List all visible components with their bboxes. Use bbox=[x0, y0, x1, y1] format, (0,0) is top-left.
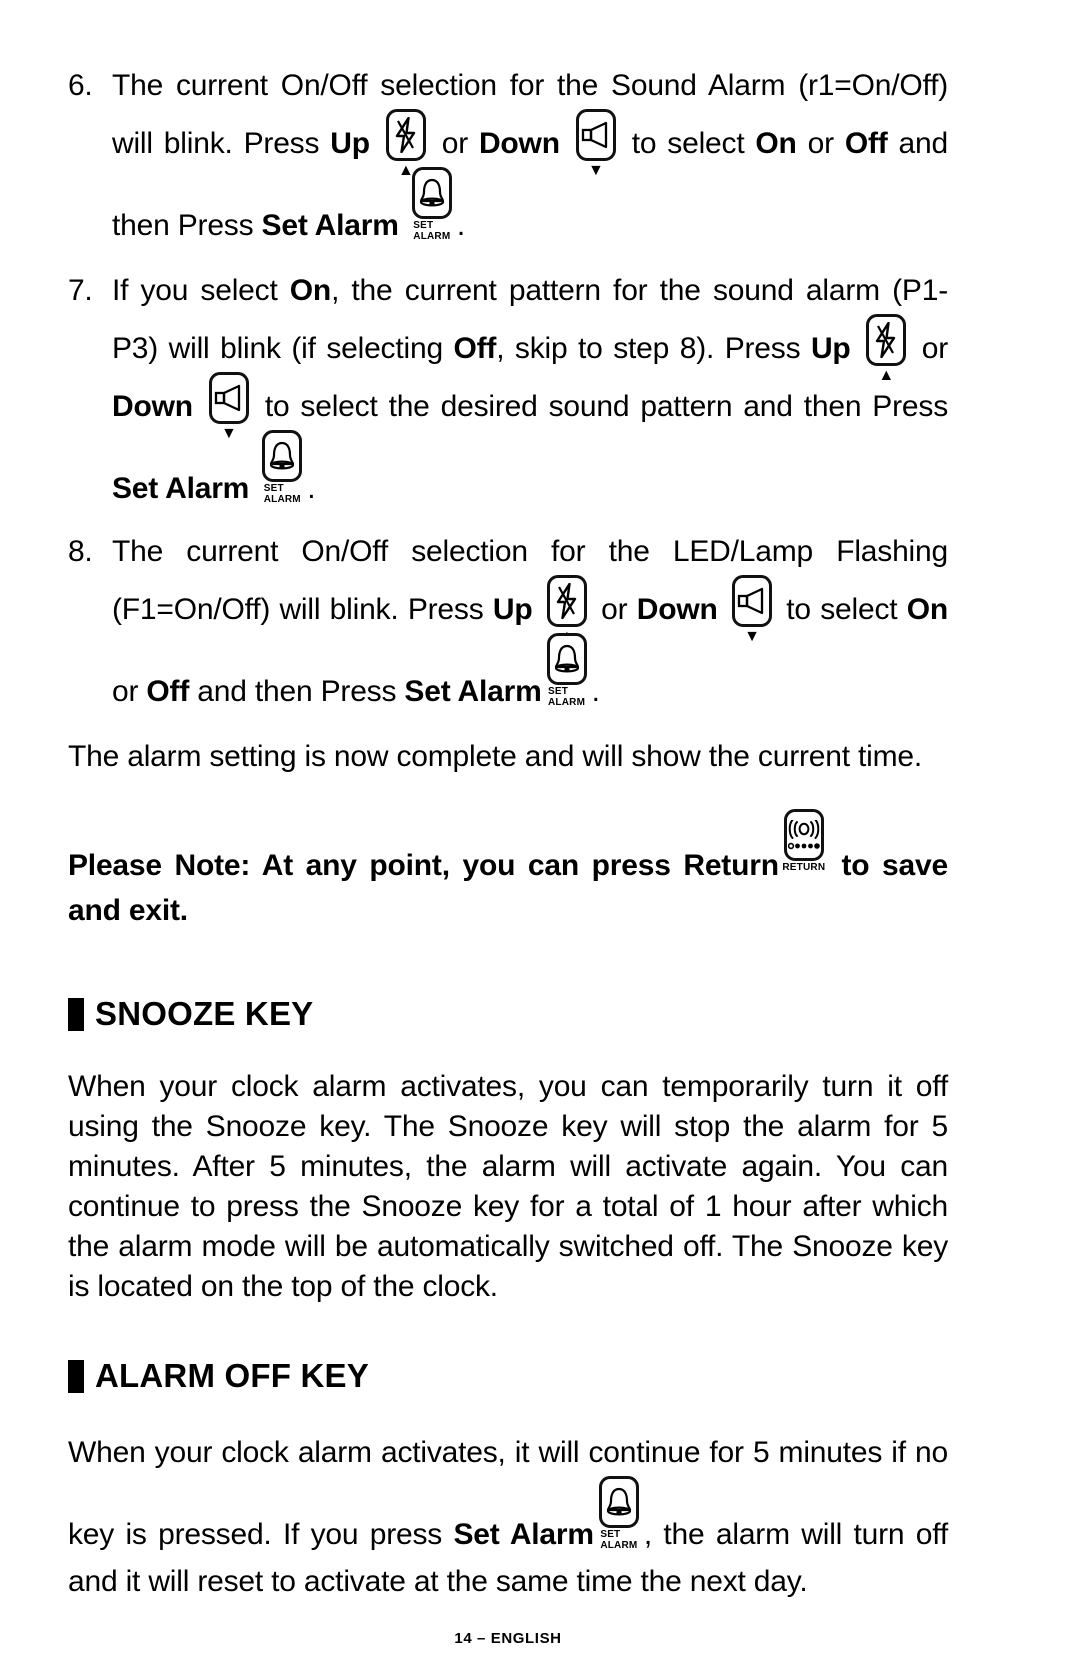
heading-bullet-icon bbox=[68, 1359, 84, 1393]
section-heading-snooze-key: SNOOZE KEY bbox=[68, 995, 948, 1033]
lightning-bolt-icon bbox=[547, 575, 587, 627]
step-7-text-part5: to select the desired sound pattern and … bbox=[253, 390, 948, 423]
bell-icon bbox=[412, 167, 452, 219]
step-8-number: 8. bbox=[68, 535, 93, 568]
set-alarm-button-icon[interactable]: SET ALARM bbox=[596, 1476, 642, 1558]
section-heading-alarm-off-key: ALARM OFF KEY bbox=[68, 1357, 948, 1395]
set-alarm-caption: SET ALARM bbox=[413, 220, 450, 242]
step-7-text-part6: . bbox=[307, 472, 316, 505]
step-7-number: 7. bbox=[68, 274, 93, 307]
step-8-off-label: Off bbox=[146, 675, 190, 708]
set-alarm-caption: SET ALARM bbox=[600, 1529, 637, 1551]
down-arrow-marker: ▼ bbox=[587, 162, 604, 179]
set-alarm-caption-line1: SET bbox=[413, 220, 434, 231]
step-8: 8. The current On/Off selection for the … bbox=[68, 528, 948, 715]
set-alarm-caption-line2: ALARM bbox=[413, 231, 451, 242]
step-7-text-part4: or bbox=[911, 332, 948, 365]
step-7-text-part1: If you select bbox=[112, 274, 290, 307]
step-8-on-label: On bbox=[906, 593, 949, 626]
bell-icon bbox=[599, 1476, 639, 1528]
speaker-icon bbox=[209, 372, 249, 424]
step-8-down-label: Down bbox=[636, 593, 718, 626]
step-6-up-label: Up bbox=[330, 127, 370, 160]
down-button-icon[interactable]: ▼ bbox=[729, 575, 775, 645]
up-button-icon[interactable]: ▲ bbox=[383, 109, 429, 179]
completion-paragraph: The alarm setting is now complete and wi… bbox=[68, 740, 923, 773]
step-7-on-label: On bbox=[289, 274, 332, 307]
set-alarm-caption-line2: ALARM bbox=[548, 697, 586, 708]
step-8-up-label: Up bbox=[492, 593, 533, 626]
set-alarm-caption-line1: SET bbox=[263, 483, 284, 494]
set-alarm-button-icon[interactable]: SET ALARM bbox=[259, 430, 305, 512]
step-6-off-label: Off bbox=[844, 127, 888, 160]
step-6-number: 6. bbox=[68, 69, 93, 102]
please-note-prefix: Please Note bbox=[68, 849, 241, 882]
radio-wave-icon bbox=[784, 809, 824, 861]
step-8-text-part3: to select bbox=[776, 593, 907, 626]
step-8-set-alarm-label: Set Alarm bbox=[404, 675, 542, 708]
step-8-text-part5: and then Press bbox=[189, 675, 405, 708]
step-6-text-part2: or bbox=[430, 127, 479, 160]
step-6-text-part6: . bbox=[456, 209, 465, 242]
snooze-key-body: When your clock alarm activates, you can… bbox=[68, 1070, 948, 1303]
step-6-set-alarm-label: Set Alarm bbox=[261, 209, 399, 242]
bell-icon bbox=[547, 633, 587, 685]
step-8-text: The current On/Off selection for the LED… bbox=[112, 528, 948, 715]
step-6-text-part3: to select bbox=[620, 127, 756, 160]
down-button-icon[interactable]: ▼ bbox=[206, 372, 252, 442]
up-button-icon[interactable]: ▲ bbox=[863, 314, 909, 384]
alarm-off-key-heading-text: ALARM OFF KEY bbox=[95, 1357, 369, 1394]
step-8-text-part2: or bbox=[591, 593, 637, 626]
page-footer: 14 – ENGLISH bbox=[454, 1630, 562, 1647]
down-arrow-marker: ▼ bbox=[744, 628, 760, 645]
speaker-icon bbox=[732, 575, 772, 627]
set-alarm-caption-line1: SET bbox=[548, 686, 569, 697]
set-alarm-caption: SET ALARM bbox=[264, 483, 301, 505]
snooze-key-heading-text: SNOOZE KEY bbox=[95, 995, 314, 1032]
up-button-icon[interactable]: ▲ bbox=[544, 575, 590, 645]
alarm-off-key-body: When your clock alarm activates, it will… bbox=[68, 1429, 948, 1605]
set-alarm-caption-line1: SET bbox=[600, 1529, 621, 1540]
up-arrow-marker: ▲ bbox=[878, 367, 894, 384]
set-alarm-button-icon[interactable]: SET ALARM bbox=[409, 167, 455, 249]
page-content: 6. The current On/Off selection for the … bbox=[68, 0, 948, 1669]
step-6-text: The current On/Off selection for the Sou… bbox=[112, 62, 948, 249]
step-7-up-label: Up bbox=[810, 332, 851, 365]
lightning-bolt-icon bbox=[386, 109, 426, 161]
down-button-icon[interactable]: ▼ bbox=[573, 109, 619, 179]
step-6: 6. The current On/Off selection for the … bbox=[68, 62, 948, 249]
step-6-down-label: Down bbox=[478, 127, 560, 160]
down-arrow-marker: ▼ bbox=[221, 425, 237, 442]
step-8-text-part4: or bbox=[112, 675, 147, 708]
step-7-text: If you select On, the current pattern fo… bbox=[112, 267, 948, 512]
set-alarm-caption-line2: ALARM bbox=[600, 1540, 638, 1551]
step-7: 7. If you select On, the current pattern… bbox=[68, 267, 948, 512]
heading-bullet-icon bbox=[68, 997, 84, 1031]
set-alarm-button-icon[interactable]: SET ALARM bbox=[544, 633, 590, 715]
step-7-text-part3: , skip to step 8). Press bbox=[496, 332, 811, 365]
step-7-down-label: Down bbox=[112, 390, 193, 423]
return-caption: RETURN bbox=[782, 862, 826, 873]
return-button-icon[interactable]: RETURN bbox=[781, 809, 827, 891]
step-7-set-alarm-label: Set Alarm bbox=[112, 472, 250, 505]
step-8-text-part6: . bbox=[591, 675, 600, 708]
step-6-on-label: On bbox=[755, 127, 797, 160]
alarm-off-key-set-alarm-label: Set Alarm bbox=[453, 1518, 594, 1551]
please-note-text-part1: : At any point, you can press Return bbox=[240, 849, 779, 882]
lightning-bolt-icon bbox=[866, 314, 906, 366]
step-7-off-label: Off bbox=[453, 332, 497, 365]
set-alarm-caption: SET ALARM bbox=[548, 686, 585, 708]
step-6-text-part4: or bbox=[796, 127, 845, 160]
bell-icon bbox=[262, 430, 302, 482]
set-alarm-caption-line2: ALARM bbox=[263, 494, 301, 505]
speaker-icon bbox=[576, 109, 616, 161]
please-note-paragraph: Please Note: At any point, you can press… bbox=[68, 809, 948, 931]
